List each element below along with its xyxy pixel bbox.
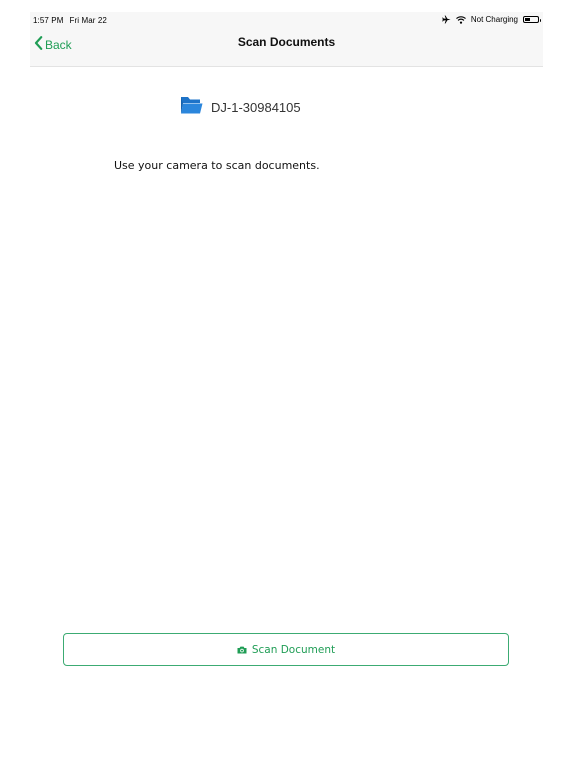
status-left: 1:57 PM Fri Mar 22 (33, 16, 107, 25)
charging-status: Not Charging (470, 15, 518, 24)
folder-icon (180, 95, 203, 119)
folder-label: DJ-1-30984105 (211, 99, 301, 115)
navigation-bar: Back Scan Documents (30, 30, 543, 67)
app-window: 1:57 PM Fri Mar 22 Not Charging Back Sca… (30, 12, 543, 768)
status-bar: 1:57 PM Fri Mar 22 Not Charging (30, 12, 543, 30)
status-time: 1:57 PM (33, 16, 64, 25)
status-right: Not Charging (442, 15, 541, 24)
battery-icon (523, 16, 541, 23)
page-title: Scan Documents (237, 35, 336, 49)
folder-row: DJ-1-30984105 (180, 95, 301, 119)
status-date: Fri Mar 22 (69, 16, 107, 25)
airplane-icon (442, 15, 451, 24)
scan-document-button[interactable]: Scan Document (63, 633, 509, 666)
instructions-text: Use your camera to scan documents. (114, 159, 320, 172)
camera-icon (237, 641, 247, 659)
scan-document-label: Scan Document (251, 643, 336, 656)
wifi-icon (455, 15, 466, 24)
screen: 1:57 PM Fri Mar 22 Not Charging Back Sca… (0, 0, 576, 768)
